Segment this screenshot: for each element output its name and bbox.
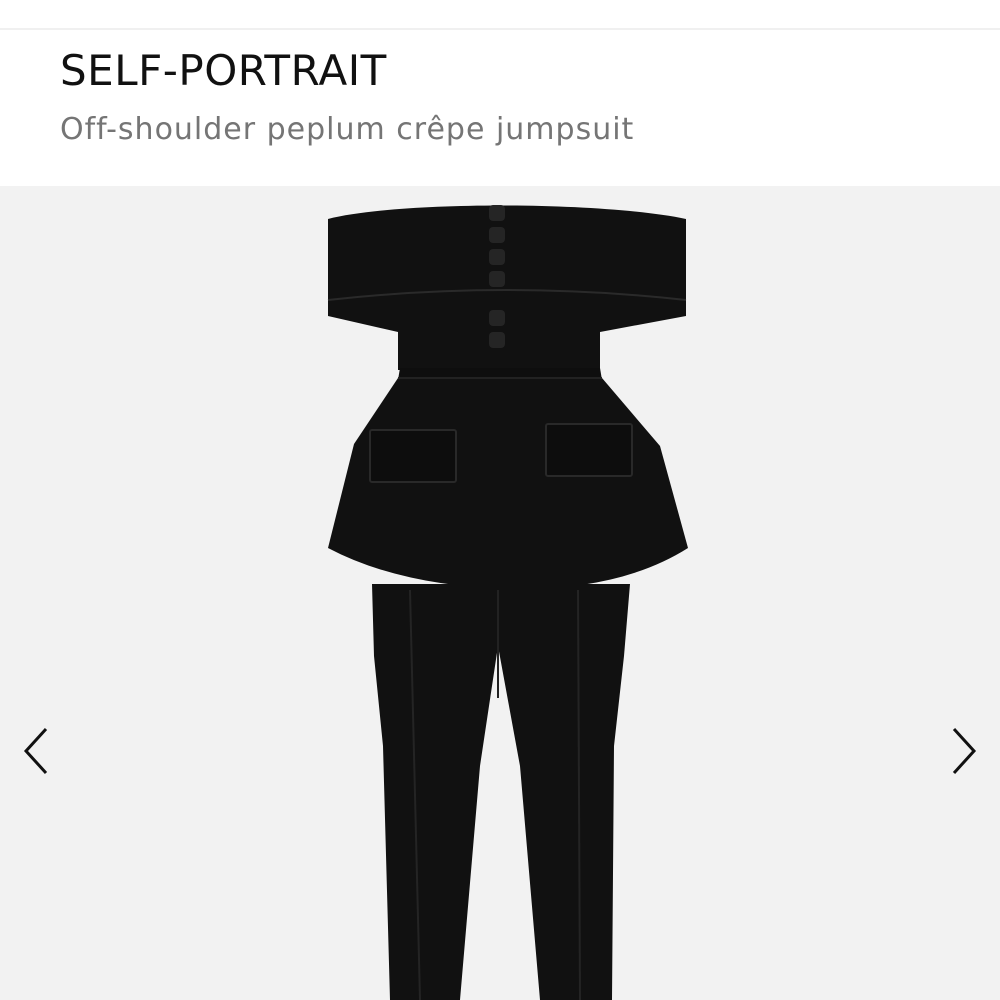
right-pocket-flap: [545, 423, 633, 477]
peplum: [328, 378, 688, 590]
chevron-right-icon[interactable]: [942, 721, 982, 781]
product-title: Off-shoulder peplum crêpe jumpsuit: [60, 112, 635, 147]
left-pocket-flap: [369, 429, 457, 483]
product-page: SELF-PORTRAIT Off-shoulder peplum crêpe …: [0, 0, 1000, 1000]
jumpsuit-bodice: [328, 205, 686, 370]
chevron-left-icon[interactable]: [18, 721, 58, 781]
product-photo[interactable]: [0, 186, 1000, 1000]
brand-name[interactable]: SELF-PORTRAIT: [60, 50, 387, 92]
product-image-gallery[interactable]: [0, 186, 1000, 1000]
top-divider: [0, 28, 1000, 30]
